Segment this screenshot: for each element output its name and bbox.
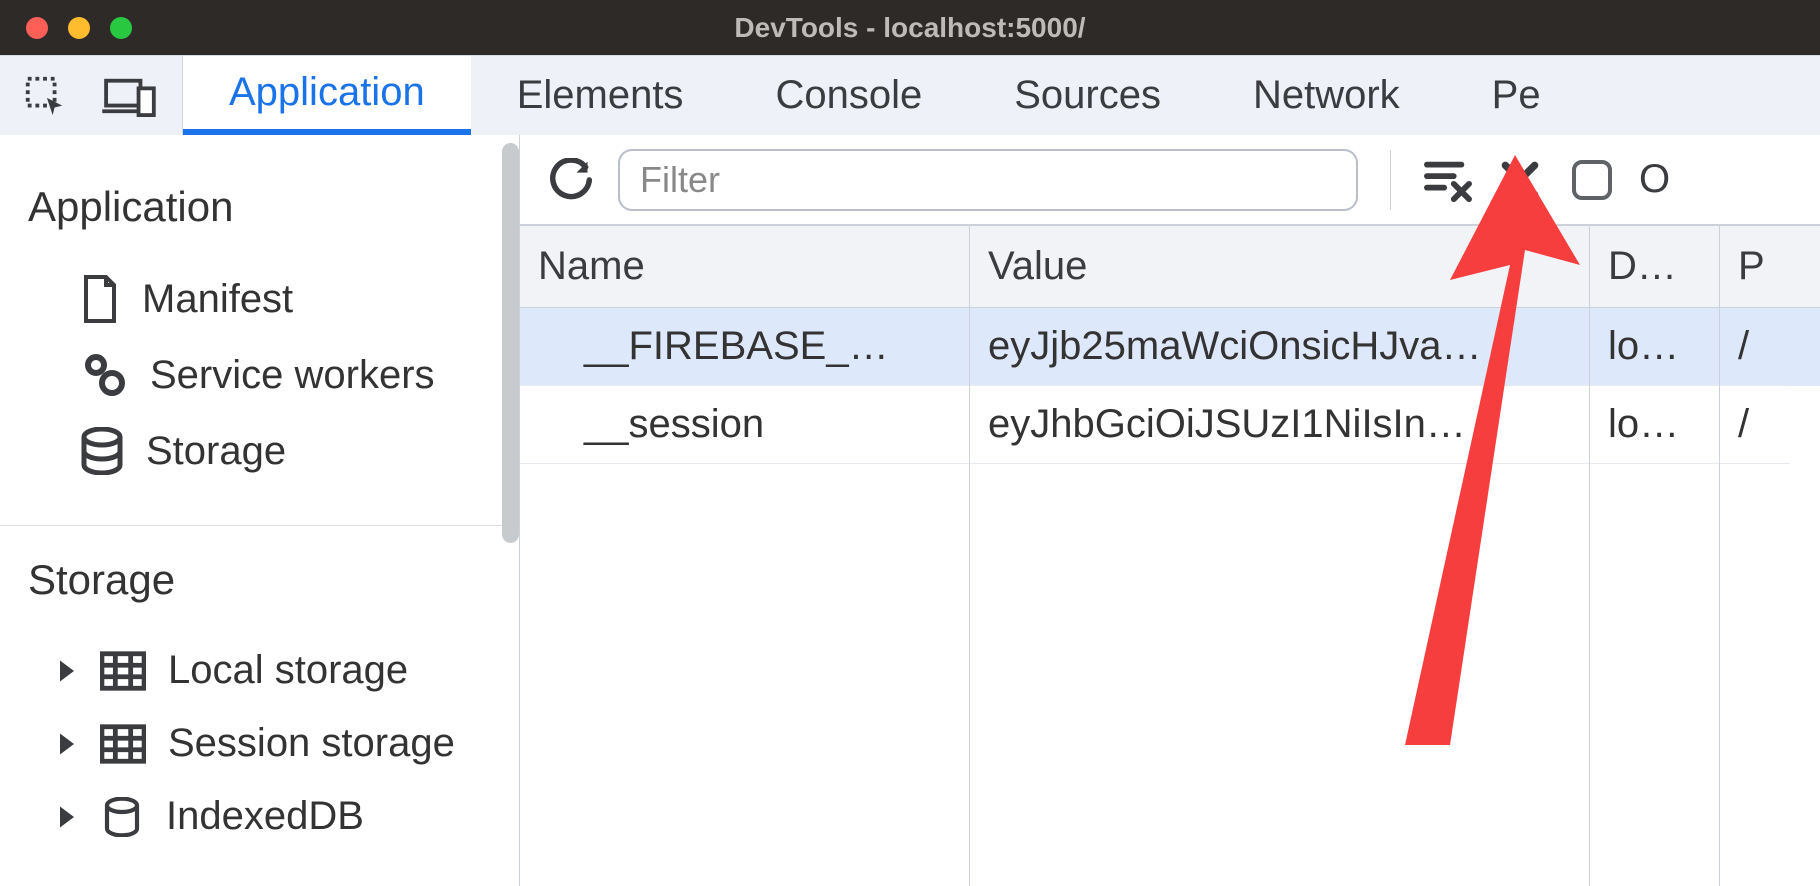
sidebar-scrollbar[interactable] xyxy=(502,143,519,543)
minimize-window-button[interactable] xyxy=(68,17,90,39)
sidebar-item-label: Manifest xyxy=(142,277,293,322)
tab-application[interactable]: Application xyxy=(183,56,471,135)
devtools-tabbar: Application Elements Console Sources Net… xyxy=(0,55,1820,135)
gears-icon xyxy=(80,351,128,399)
sidebar-section-storage: Storage xyxy=(28,556,519,604)
toolbar-separator xyxy=(1390,150,1391,210)
delete-selected-icon[interactable] xyxy=(1495,155,1545,205)
application-sidebar: Application Manifest Service xyxy=(0,135,520,886)
cell-domain: lo… xyxy=(1590,308,1720,386)
chevron-right-icon xyxy=(56,730,78,758)
column-divider xyxy=(969,308,970,886)
column-divider xyxy=(1719,308,1720,886)
cell-name: __FIREBASE_… xyxy=(520,308,970,386)
table-row[interactable]: __FIREBASE_… eyJjb25maWciOnsicHJva… lo… … xyxy=(520,308,1820,386)
table-body: __FIREBASE_… eyJjb25maWciOnsicHJva… lo… … xyxy=(520,308,1820,886)
table-row[interactable]: __session eyJhbGciOiJSUzI1NiIsIn… lo… / xyxy=(520,386,1820,464)
database-icon xyxy=(100,797,144,837)
sidebar-item-label: Session storage xyxy=(168,721,455,766)
sidebar-divider xyxy=(0,525,520,526)
maximize-window-button[interactable] xyxy=(110,17,132,39)
column-header-value[interactable]: Value xyxy=(970,226,1590,307)
close-window-button[interactable] xyxy=(26,17,48,39)
window-title: DevTools - localhost:5000/ xyxy=(0,12,1820,44)
table-icon xyxy=(100,651,146,691)
document-icon xyxy=(80,275,120,323)
cell-path: / xyxy=(1720,308,1790,386)
device-toolbar-icon[interactable] xyxy=(102,75,156,117)
cookies-panel: O Name Value D… P __FIREBASE_… eyJjb25ma… xyxy=(520,135,1820,886)
sidebar-item-session-storage[interactable]: Session storage xyxy=(28,707,519,780)
chevron-right-icon xyxy=(56,657,78,685)
column-header-name[interactable]: Name xyxy=(520,226,970,307)
tab-network[interactable]: Network xyxy=(1207,56,1446,135)
table-icon xyxy=(100,724,146,764)
checkbox-label-truncated: O xyxy=(1639,157,1670,202)
column-header-domain[interactable]: D… xyxy=(1590,226,1720,307)
cell-name: __session xyxy=(520,386,970,464)
inspect-element-icon[interactable] xyxy=(22,73,68,119)
sidebar-section-application: Application xyxy=(28,183,519,231)
table-header: Name Value D… P xyxy=(520,226,1820,308)
sidebar-item-local-storage[interactable]: Local storage xyxy=(28,634,519,707)
database-icon xyxy=(80,427,124,475)
tab-sources[interactable]: Sources xyxy=(968,56,1207,135)
sidebar-item-label: Service workers xyxy=(150,353,435,398)
cell-value: eyJjb25maWciOnsicHJva… xyxy=(970,308,1590,386)
tab-elements[interactable]: Elements xyxy=(471,56,730,135)
cookies-toolbar: O xyxy=(520,135,1820,225)
filter-input[interactable] xyxy=(618,149,1358,211)
sidebar-item-storage[interactable]: Storage xyxy=(28,413,519,489)
sidebar-item-manifest[interactable]: Manifest xyxy=(28,261,519,337)
cell-domain: lo… xyxy=(1590,386,1720,464)
cookies-table: Name Value D… P __FIREBASE_… eyJjb25maWc… xyxy=(520,225,1820,886)
clear-all-icon[interactable] xyxy=(1423,155,1473,205)
window-titlebar: DevTools - localhost:5000/ xyxy=(0,0,1820,55)
sidebar-item-service-workers[interactable]: Service workers xyxy=(28,337,519,413)
cell-value: eyJhbGciOiJSUzI1NiIsIn… xyxy=(970,386,1590,464)
refresh-button[interactable] xyxy=(546,155,596,205)
tab-console[interactable]: Console xyxy=(729,56,968,135)
sidebar-item-label: Local storage xyxy=(168,648,408,693)
traffic-lights xyxy=(26,17,132,39)
sidebar-item-label: IndexedDB xyxy=(166,794,364,839)
cell-path: / xyxy=(1720,386,1790,464)
column-divider xyxy=(1589,308,1590,886)
sidebar-item-indexeddb[interactable]: IndexedDB xyxy=(28,780,519,853)
sidebar-item-label: Storage xyxy=(146,429,286,474)
column-header-path[interactable]: P xyxy=(1720,226,1790,307)
tab-performance-truncated[interactable]: Pe xyxy=(1446,56,1587,135)
only-show-cookies-checkbox[interactable] xyxy=(1567,155,1617,205)
chevron-right-icon xyxy=(56,803,78,831)
